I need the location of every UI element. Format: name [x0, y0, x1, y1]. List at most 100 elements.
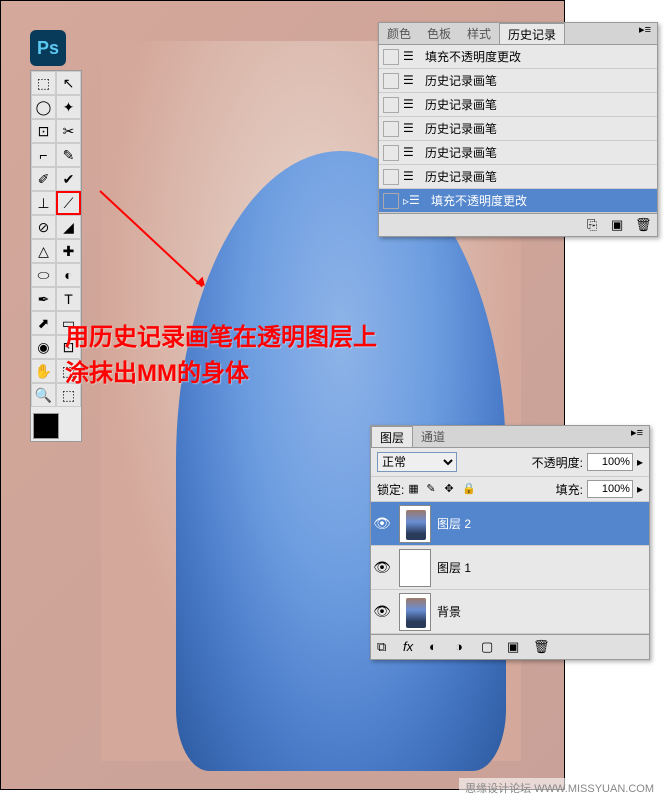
history-state-icon: ☰	[403, 49, 419, 65]
tool-button[interactable]: △	[31, 239, 56, 263]
history-visibility-toggle[interactable]	[383, 97, 399, 113]
history-item[interactable]: ☰历史记录画笔	[379, 117, 657, 141]
annotation-line2: 涂抹出MM的身体	[65, 356, 377, 392]
tool-button[interactable]: 🔍	[31, 383, 56, 407]
history-item[interactable]: ☰历史记录画笔	[379, 69, 657, 93]
tool-button[interactable]: ⊥	[31, 191, 56, 215]
lock-label: 锁定:	[377, 481, 404, 498]
history-state-icon: ☰	[409, 193, 425, 209]
opacity-label: 不透明度:	[532, 454, 583, 471]
history-panel: 颜色 色板 样式 历史记录 ▸≡ ☰填充不透明度更改☰历史记录画笔☰历史记录画笔…	[378, 22, 658, 237]
lock-image-icon[interactable]: ✎	[426, 482, 440, 496]
tab-channels[interactable]: 通道	[413, 426, 453, 447]
eye-icon[interactable]: 👁	[371, 603, 393, 620]
tool-button[interactable]: ⬭	[31, 263, 56, 287]
lock-transparency-icon[interactable]: ▦	[408, 482, 422, 496]
tab-color[interactable]: 颜色	[379, 23, 419, 44]
lock-all-icon[interactable]: 🔒	[462, 482, 476, 496]
history-label: 历史记录画笔	[425, 96, 497, 113]
eye-icon[interactable]: 👁	[371, 559, 393, 576]
layer-blend-row: 正常 不透明度: ▸	[371, 448, 649, 477]
trash-icon[interactable]: 🗑	[533, 639, 549, 655]
history-panel-tabs: 颜色 色板 样式 历史记录 ▸≡	[379, 23, 657, 45]
blend-mode-select[interactable]: 正常	[377, 452, 457, 472]
history-visibility-toggle[interactable]	[383, 193, 399, 209]
history-label: 历史记录画笔	[425, 144, 497, 161]
color-swatches[interactable]	[31, 411, 81, 441]
history-item[interactable]: ☰ 填充不透明度更改	[379, 45, 657, 69]
lock-position-icon[interactable]: ✥	[444, 482, 458, 496]
tool-button[interactable]: ✒	[31, 287, 56, 311]
watermark: 思缘设计论坛 WWW.MISSYUAN.COM	[459, 778, 660, 798]
layer-name[interactable]: 背景	[437, 603, 461, 620]
tab-history[interactable]: 历史记录	[499, 23, 565, 44]
new-layer-icon[interactable]: ▣	[507, 639, 523, 655]
history-label: 历史记录画笔	[425, 72, 497, 89]
tool-button[interactable]: ✋	[31, 359, 56, 383]
new-snapshot-icon[interactable]: ▣	[611, 217, 627, 233]
tool-button[interactable]: ⊡	[31, 119, 56, 143]
layer-item[interactable]: 👁 图层 2	[371, 502, 649, 546]
history-visibility-toggle[interactable]	[383, 73, 399, 89]
tool-button[interactable]: ⬚	[31, 71, 56, 95]
history-visibility-toggle[interactable]	[383, 145, 399, 161]
foreground-color-swatch[interactable]	[33, 413, 59, 439]
new-document-icon[interactable]: ⎘	[587, 217, 603, 233]
dropdown-icon[interactable]: ▸	[637, 482, 643, 496]
tool-button[interactable]: ✚	[56, 239, 81, 263]
tool-button[interactable]: T	[56, 287, 81, 311]
history-visibility-toggle[interactable]	[383, 49, 399, 65]
panel-menu-icon[interactable]: ▸≡	[625, 426, 649, 447]
history-visibility-toggle[interactable]	[383, 169, 399, 185]
tool-button[interactable]: ✎	[56, 143, 81, 167]
tool-button[interactable]: ⬈	[31, 311, 56, 335]
layer-thumbnail[interactable]	[399, 549, 431, 587]
tool-button[interactable]: ✐	[31, 167, 56, 191]
layer-name[interactable]: 图层 1	[437, 559, 471, 576]
group-icon[interactable]: ▢	[481, 639, 497, 655]
tab-layers[interactable]: 图层	[371, 426, 413, 447]
fill-input[interactable]	[587, 480, 633, 498]
tool-button[interactable]: ✔	[56, 167, 81, 191]
history-label: 填充不透明度更改	[425, 48, 521, 65]
layer-name[interactable]: 图层 2	[437, 515, 471, 532]
history-item[interactable]: ☰ 历史记录画笔	[379, 141, 657, 165]
layer-item[interactable]: 👁 背景	[371, 590, 649, 634]
history-item[interactable]: ▹☰填充不透明度更改	[379, 189, 657, 213]
tool-button[interactable]: ◐	[56, 263, 81, 287]
eye-icon[interactable]: 👁	[371, 515, 393, 532]
layer-mask-icon[interactable]: ◐	[429, 639, 445, 655]
history-visibility-toggle[interactable]	[383, 121, 399, 137]
tool-button[interactable]: ⟋	[56, 191, 81, 215]
history-state-icon: ☰	[403, 169, 419, 185]
dropdown-icon[interactable]: ▸	[637, 455, 643, 469]
layer-lock-row: 锁定: ▦ ✎ ✥ 🔒 填充: ▸	[371, 477, 649, 502]
history-item[interactable]: ☰历史记录画笔	[379, 165, 657, 189]
tool-button[interactable]: ↖	[56, 71, 81, 95]
fill-label: 填充:	[556, 481, 583, 498]
layer-thumbnail[interactable]	[399, 505, 431, 543]
adjustment-layer-icon[interactable]: ◑	[455, 639, 471, 655]
tool-button[interactable]: ⊘	[31, 215, 56, 239]
history-state-icon: ☰	[403, 97, 419, 113]
tool-button[interactable]: ✂	[56, 119, 81, 143]
tool-button[interactable]: ◉	[31, 335, 56, 359]
history-label: 填充不透明度更改	[431, 192, 527, 209]
link-layers-icon[interactable]: ⧉	[377, 639, 393, 655]
panel-menu-icon[interactable]: ▸≡	[633, 23, 657, 44]
layer-fx-icon[interactable]: fx	[403, 639, 419, 655]
opacity-input[interactable]	[587, 453, 633, 471]
annotation-text: 用历史记录画笔在透明图层上 涂抹出MM的身体	[65, 320, 377, 392]
tool-button[interactable]: ◯	[31, 95, 56, 119]
tool-button[interactable]: ⌐	[31, 143, 56, 167]
photoshop-logo: Ps	[30, 30, 66, 66]
history-item[interactable]: ☰ 历史记录画笔	[379, 93, 657, 117]
tab-styles[interactable]: 样式	[459, 23, 499, 44]
tool-button[interactable]: ◢	[56, 215, 81, 239]
history-state-icon: ☰	[403, 145, 419, 161]
layer-thumbnail[interactable]	[399, 593, 431, 631]
trash-icon[interactable]: 🗑	[635, 217, 651, 233]
tab-swatches[interactable]: 色板	[419, 23, 459, 44]
layer-item[interactable]: 👁 图层 1	[371, 546, 649, 590]
tool-button[interactable]: ✦	[56, 95, 81, 119]
